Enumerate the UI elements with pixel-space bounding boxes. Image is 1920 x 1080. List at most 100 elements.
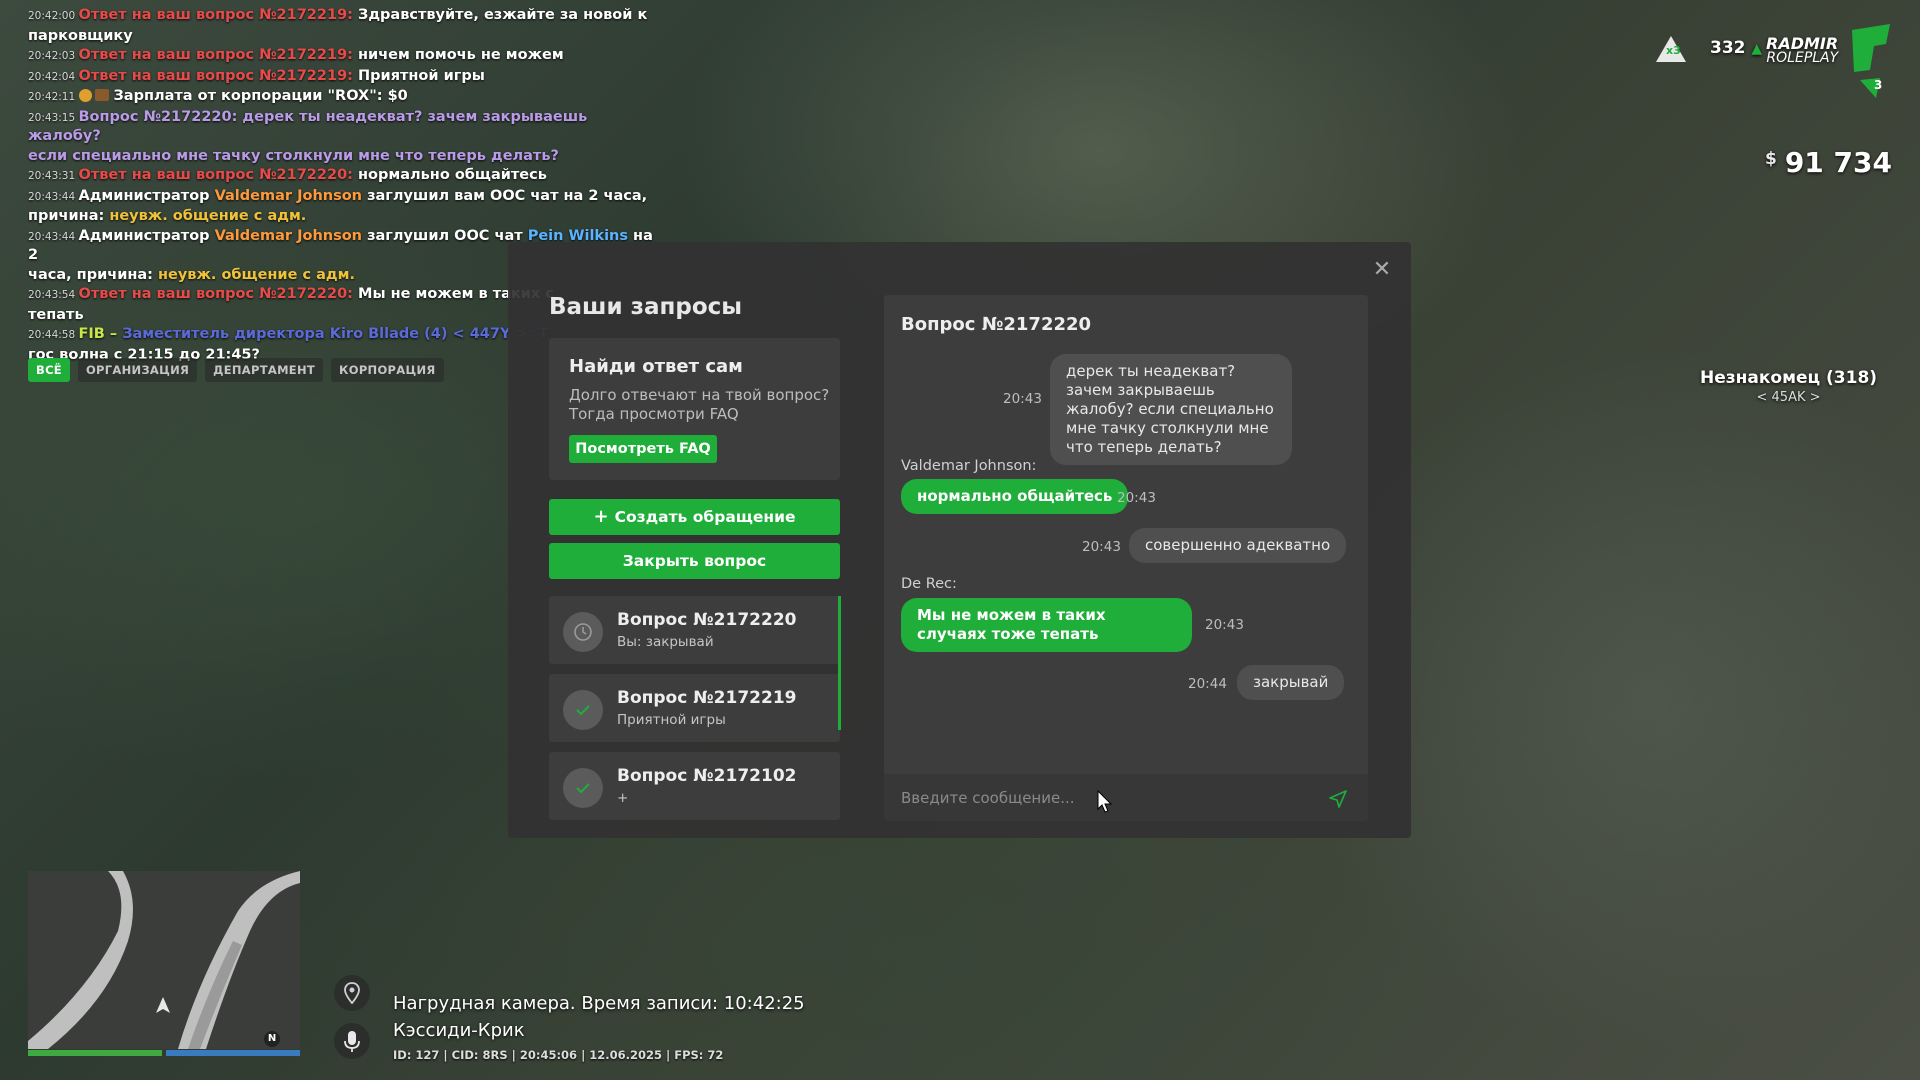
chat-timestamp: 20:42:03 bbox=[28, 50, 79, 62]
minimap: N bbox=[28, 871, 300, 1049]
message-time: 20:43 bbox=[1003, 391, 1042, 407]
questions-scrollbar[interactable] bbox=[838, 596, 841, 730]
money-display: $91 734 bbox=[1765, 146, 1892, 179]
chat-timestamp: 20:43:15 bbox=[28, 111, 79, 124]
player-arrow-icon bbox=[156, 997, 170, 1017]
session-info: ID: 127 | CID: 8RS | 20:45:06 | 12.06.20… bbox=[393, 1048, 724, 1062]
message-time: 20:43 bbox=[1117, 490, 1156, 506]
message-time: 20:43 bbox=[1205, 617, 1244, 633]
chat-text: Ответ на ваш вопрос №2172219: bbox=[78, 67, 353, 84]
chat-line: если специально мне тачку столкнули мне … bbox=[28, 147, 658, 166]
health-bar bbox=[28, 1050, 162, 1056]
microphone-icon bbox=[334, 1023, 370, 1059]
bodycam-status: Нагрудная камера. Время записи: 10:42:25 bbox=[393, 993, 805, 1014]
player-name: Незнакомец (318) bbox=[1700, 368, 1878, 388]
plus-icon: + bbox=[593, 506, 609, 527]
coin-icon bbox=[78, 89, 92, 102]
multiplier-label: x3 bbox=[1666, 44, 1681, 57]
view-faq-button[interactable]: Посмотреть FAQ bbox=[569, 435, 717, 463]
chat-text: если специально мне тачку столкнули мне … bbox=[28, 147, 559, 164]
chat-text: Зарплата от корпорации "ROX": $0 bbox=[113, 88, 408, 104]
chat-text: Valdemar Johnson bbox=[214, 227, 363, 244]
conversation-title: Вопрос №2172220 bbox=[901, 314, 1092, 335]
message-bubble-incoming: Мы не можем в таких случаях тоже тепать bbox=[901, 598, 1192, 652]
chat-line: парковщику bbox=[28, 27, 658, 46]
chat-text: Заместитель директора bbox=[122, 326, 325, 342]
faq-title: Найди ответ сам bbox=[569, 356, 743, 377]
question-preview: + bbox=[617, 790, 629, 806]
faq-text: Долго отвечают на твой вопрос? Тогда про… bbox=[569, 386, 830, 423]
clock-icon bbox=[563, 612, 603, 652]
chat-timestamp: 20:43:44 bbox=[28, 190, 79, 203]
currency-symbol: $ bbox=[1764, 149, 1777, 169]
question-title: Вопрос №2172102 bbox=[617, 766, 797, 786]
check-icon bbox=[563, 768, 603, 808]
mouse-cursor-icon bbox=[1097, 789, 1113, 818]
message-input[interactable] bbox=[884, 774, 1368, 821]
chat-line: 20:42:00 Ответ на ваш вопрос №2172219: З… bbox=[28, 6, 658, 26]
message-bubble-outgoing: дерек ты неадекват? зачем закрываешь жал… bbox=[1050, 354, 1292, 465]
message-sender: De Rec: bbox=[901, 576, 957, 592]
chat-line: 20:43:15 Вопрос №2172220: дерек ты неаде… bbox=[28, 108, 658, 146]
chat-text: Ответ на ваш вопрос №2172220: bbox=[78, 167, 353, 183]
chat-text: неувж. общение с адм. bbox=[158, 266, 355, 283]
chat-line: причина: неувж. общение с адм. bbox=[28, 207, 658, 226]
chat-line: 20:42:03 Ответ на ваш вопрос №2172219: н… bbox=[28, 46, 658, 66]
chat-timestamp: 20:42:00 bbox=[28, 10, 79, 22]
compass-north: N bbox=[264, 1031, 280, 1047]
briefcase-icon bbox=[94, 89, 109, 101]
brand-logo-text: RADMIR ROLEPLAY bbox=[1766, 34, 1839, 66]
question-preview: Приятной игры bbox=[617, 712, 726, 728]
chat-text: Администратор bbox=[78, 187, 215, 204]
question-preview: Вы: закрывай bbox=[617, 634, 714, 650]
message-sender: Valdemar Johnson: bbox=[901, 458, 1037, 474]
chat-text: Администратор bbox=[78, 227, 215, 244]
chat-tab[interactable]: КОРПОРАЦИЯ bbox=[331, 358, 444, 382]
chat-text: Приятной игры bbox=[352, 67, 485, 84]
question-item[interactable]: Вопрос №2172220 Вы: закрывай bbox=[549, 596, 840, 664]
close-icon[interactable]: ✕ bbox=[1372, 259, 1392, 281]
message-bubble-outgoing: совершенно адекватно bbox=[1129, 528, 1347, 563]
chat-timestamp: 20:43:54 bbox=[28, 289, 79, 301]
create-request-label: Создать обращение bbox=[614, 508, 796, 526]
chat-text: Вопрос №2172220: дерек ты неадекват? зач… bbox=[28, 108, 588, 145]
chat-text: заглушил OOC чат bbox=[362, 227, 528, 244]
check-icon bbox=[563, 690, 603, 730]
panel-title: Ваши запросы bbox=[549, 294, 743, 320]
chat-timestamp: 20:42:11 bbox=[28, 91, 79, 103]
chat-text: Valdemar Johnson bbox=[214, 187, 363, 204]
question-title: Вопрос №2172220 bbox=[617, 610, 797, 630]
chat-text: Здравствуйте, езжайте за новой к bbox=[352, 7, 648, 23]
online-value: 332 bbox=[1710, 38, 1746, 58]
chat-tab[interactable]: ДЕПАРТАМЕНТ bbox=[205, 358, 324, 382]
armor-bar bbox=[166, 1050, 300, 1056]
chat-timestamp: 20:43:31 bbox=[28, 170, 79, 182]
chat-timestamp: 20:43:44 bbox=[28, 230, 79, 243]
chat-text: часа, причина: bbox=[28, 266, 158, 283]
chat-text: FIB – bbox=[78, 326, 123, 342]
chat-text: Ответ на ваш вопрос №2172219: bbox=[78, 7, 353, 23]
chat-text: Ответ на ваш вопрос №2172219: bbox=[78, 47, 353, 63]
chat-tabs: ВСЁ ОРГАНИЗАЦИЯ ДЕПАРТАМЕНТ КОРПОРАЦИЯ bbox=[28, 358, 444, 382]
map-pin-icon bbox=[334, 975, 370, 1011]
question-item[interactable]: Вопрос №2172102 + bbox=[549, 752, 840, 820]
close-question-button[interactable]: Закрыть вопрос bbox=[549, 543, 840, 579]
chat-line: 20:42:04 Ответ на ваш вопрос №2172219: П… bbox=[28, 67, 658, 87]
message-bubble-incoming: нормально общайтесь bbox=[901, 479, 1129, 514]
chat-text: Ответ на ваш вопрос №2172220: bbox=[78, 286, 353, 302]
server-number: 3 bbox=[1874, 78, 1883, 92]
chat-text: ничем помочь не можем bbox=[352, 47, 564, 63]
chat-tab[interactable]: ОРГАНИЗАЦИЯ bbox=[77, 358, 198, 382]
brand-logo-icon: 3 bbox=[1846, 22, 1894, 106]
chat-tab[interactable]: ВСЁ bbox=[28, 358, 70, 382]
chat-line: 20:43:31 Ответ на ваш вопрос №2172220: н… bbox=[28, 166, 658, 186]
chat-line: 20:42:11 Зарплата от корпорации "ROX": $… bbox=[28, 87, 658, 107]
money-value: 91 734 bbox=[1784, 146, 1892, 179]
create-request-button[interactable]: + Создать обращение bbox=[549, 499, 840, 535]
question-item[interactable]: Вопрос №2172219 Приятной игры bbox=[549, 674, 840, 742]
chat-text: парковщику bbox=[28, 27, 133, 44]
chat-text: причина: bbox=[28, 208, 110, 224]
send-icon[interactable] bbox=[1328, 789, 1348, 809]
chat-text: заглушил вам OOC чат на 2 часа, bbox=[362, 187, 648, 204]
player-nametag: Незнакомец (318) < 45AK > bbox=[1700, 368, 1877, 405]
